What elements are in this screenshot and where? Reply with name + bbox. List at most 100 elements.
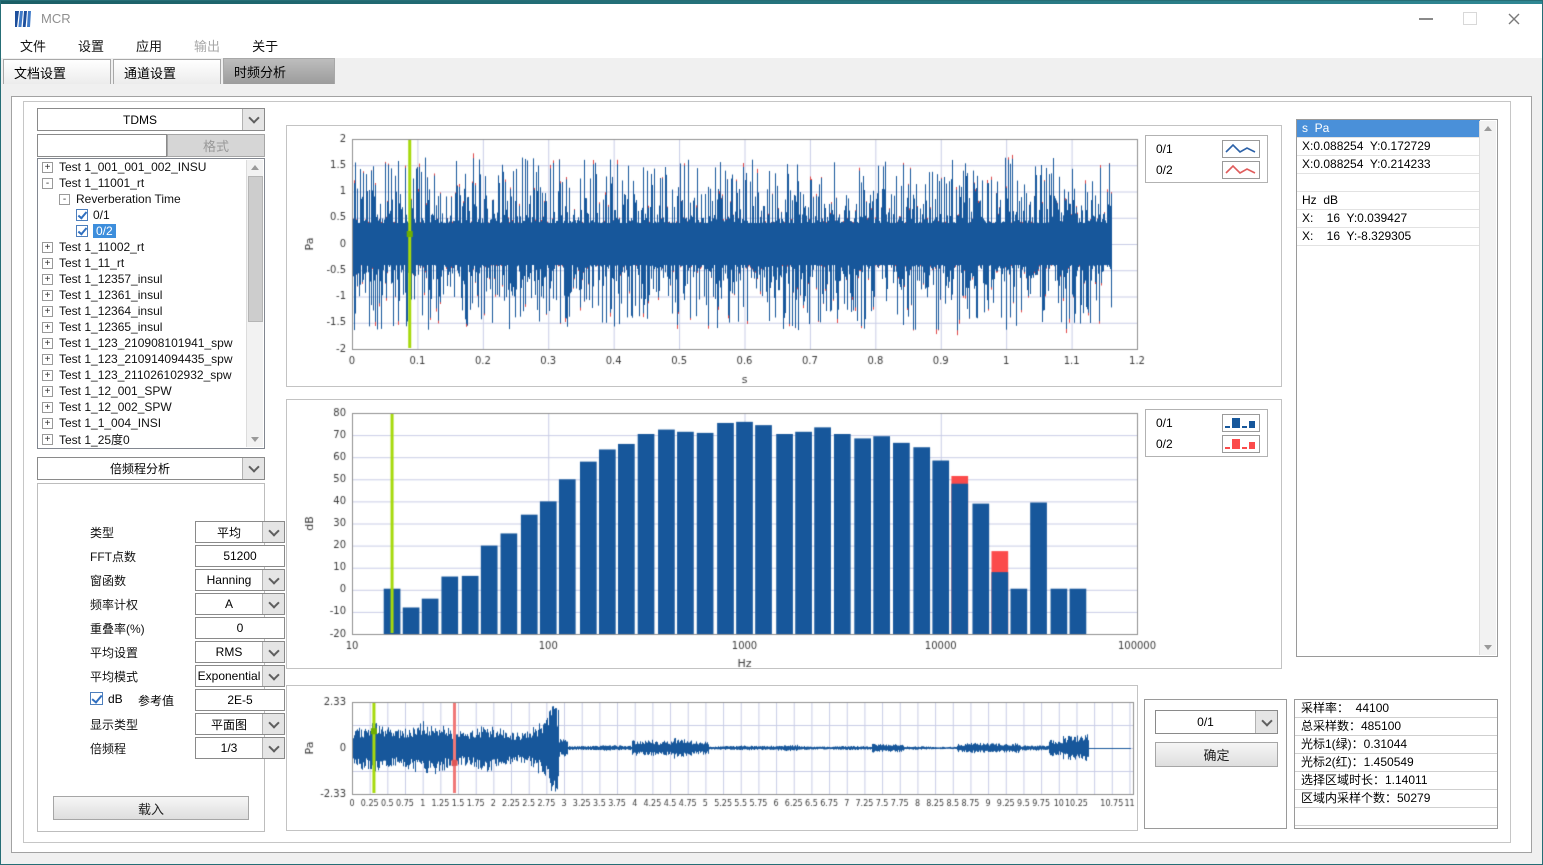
tree-item[interactable]: +Test 1_12_002_SPW <box>38 399 264 415</box>
tree-expander-icon[interactable]: + <box>42 242 53 253</box>
tree-item[interactable]: +Test 1_12365_insul <box>38 319 264 335</box>
tree-expander-icon[interactable]: + <box>42 386 53 397</box>
menu-item-about[interactable]: 关于 <box>239 36 291 55</box>
confirm-button[interactable]: 确定 <box>1155 742 1278 767</box>
tree-expander-icon[interactable]: + <box>42 402 53 413</box>
field-input[interactable]: 0 <box>195 617 285 639</box>
analysis-type-combo[interactable]: 倍频程分析 <box>37 457 265 480</box>
search-input[interactable] <box>37 134 167 157</box>
tree-expander-icon[interactable]: + <box>42 370 53 381</box>
time-waveform-plot[interactable] <box>287 126 1283 386</box>
checkbox-checked-icon[interactable] <box>76 225 88 237</box>
menu-item-file[interactable]: 文件 <box>7 36 59 55</box>
tree-item[interactable]: +Test 1_123_210914094435_spw <box>38 351 264 367</box>
tab-time-frequency-analysis[interactable]: 时频分析 <box>223 58 335 84</box>
field-input[interactable]: 2E-5 <box>195 689 285 711</box>
chevron-down-icon[interactable] <box>1255 711 1277 733</box>
close-button[interactable] <box>1492 4 1536 33</box>
tree-expander-icon[interactable]: + <box>42 306 53 317</box>
tree-item[interactable]: +Test 1_25度0 <box>38 431 264 447</box>
field-select-value: 1/3 <box>196 738 262 758</box>
field-select[interactable]: Hanning <box>195 569 285 591</box>
tree-item[interactable]: +Test 1_001_001_002_INSU <box>38 159 264 175</box>
chevron-down-icon[interactable] <box>262 642 284 662</box>
field-select[interactable]: Exponential <box>195 665 285 687</box>
chevron-down-icon[interactable] <box>262 522 284 542</box>
tree-expander-icon[interactable]: + <box>42 434 53 445</box>
tree-expander-icon[interactable]: + <box>42 162 53 173</box>
tree-item[interactable]: 0/1 <box>38 207 264 223</box>
scroll-up-icon[interactable] <box>247 160 263 175</box>
scroll-down-icon[interactable] <box>1480 640 1496 655</box>
chevron-down-icon[interactable] <box>262 666 284 686</box>
tree-scrollbar[interactable] <box>246 160 263 447</box>
menu-item-apply[interactable]: 应用 <box>123 36 175 55</box>
load-button[interactable]: 载入 <box>53 796 249 820</box>
tree-item[interactable]: +Test 1_123_211026102932_spw <box>38 367 264 383</box>
menu-item-output[interactable]: 输出 <box>181 36 233 55</box>
field-select[interactable]: 1/3 <box>195 737 285 759</box>
field-input[interactable]: 51200 <box>195 545 285 567</box>
octave-spectrum-legend: 0/10/2 <box>1145 409 1268 457</box>
tree-item[interactable]: +Test 1_12_001_SPW <box>38 383 264 399</box>
field-label: 频率计权 <box>90 596 138 613</box>
tree-item[interactable]: 0/2 <box>38 223 264 239</box>
tree-item[interactable]: +Test 1_12364_insul <box>38 303 264 319</box>
format-button[interactable]: 格式 <box>167 134 265 157</box>
tree-item[interactable]: +Test 1_11_rt <box>38 255 264 271</box>
cursor-panel-row[interactable]: X:0.088254 Y:0.172729 <box>1297 138 1480 156</box>
scroll-up-icon[interactable] <box>1480 121 1496 136</box>
channel-combo[interactable]: 0/1 <box>1155 710 1278 734</box>
channel-combo-value: 0/1 <box>1156 711 1255 733</box>
tree-scrollbar-thumb[interactable] <box>248 176 263 322</box>
sampling-info-panel: 采样率： 44100总采样数：485100光标1(绿)：0.31044光标2(红… <box>1294 699 1498 829</box>
cursor-panel-row[interactable]: X:0.088254 Y:0.214233 <box>1297 156 1480 174</box>
tree-expander-icon[interactable]: + <box>42 322 53 333</box>
field-select[interactable]: RMS <box>195 641 285 663</box>
tab-channel-settings[interactable]: 通道设置 <box>113 59 221 84</box>
file-format-combo[interactable]: TDMS <box>37 108 265 131</box>
field-select[interactable]: 平面图 <box>195 713 285 735</box>
tab-document-settings[interactable]: 文档设置 <box>3 59 111 84</box>
tree-item[interactable]: +Test 1_123_210908101941_spw <box>38 335 264 351</box>
field-select[interactable]: 平均 <box>195 521 285 543</box>
cursor-values-panel: s PaX:0.088254 Y:0.172729X:0.088254 Y:0.… <box>1296 119 1498 657</box>
tree-expander-icon[interactable]: + <box>42 274 53 285</box>
tree-item[interactable]: +Test 1_1_004_INSI <box>38 415 264 431</box>
tree-expander-icon[interactable]: + <box>42 418 53 429</box>
chevron-down-icon[interactable] <box>262 738 284 758</box>
chevron-down-icon[interactable] <box>262 714 284 734</box>
cursor-panel-header[interactable]: s Pa <box>1297 120 1480 138</box>
tree-item-label: Test 1_12361_insul <box>59 288 162 302</box>
checkbox-checked-icon[interactable] <box>76 209 88 221</box>
cursor-panel-scrollbar[interactable] <box>1479 121 1496 655</box>
maximize-button[interactable] <box>1448 4 1492 33</box>
tree-expander-icon[interactable]: - <box>42 178 53 189</box>
tree-item[interactable]: +Test 1_12357_insul <box>38 271 264 287</box>
chevron-down-icon[interactable] <box>242 458 264 479</box>
menu-item-settings[interactable]: 设置 <box>65 36 117 55</box>
tree-expander-icon[interactable]: + <box>42 338 53 349</box>
chevron-down-icon[interactable] <box>262 570 284 590</box>
legend-row: 0/1 <box>1146 138 1267 159</box>
full-waveform-plot[interactable] <box>287 686 1139 830</box>
chevron-down-icon[interactable] <box>262 594 284 614</box>
tree-expander-icon[interactable]: + <box>42 354 53 365</box>
tree-item[interactable]: +Test 1_11002_rt <box>38 239 264 255</box>
tree-item[interactable]: -Test 1_11001_rt <box>38 175 264 191</box>
db-checkbox[interactable] <box>90 692 103 705</box>
tree-item[interactable]: + Test 1_12361_insul <box>38 287 264 303</box>
cursor-panel-row[interactable]: X: 16 Y:-8.329305 <box>1297 228 1480 246</box>
minimize-button[interactable] <box>1404 4 1448 33</box>
tree-expander-icon[interactable]: + <box>42 290 53 301</box>
field-select[interactable]: A <box>195 593 285 615</box>
chevron-down-icon[interactable] <box>242 109 264 130</box>
octave-spectrum-plot[interactable] <box>287 400 1283 668</box>
scroll-down-icon[interactable] <box>247 432 263 447</box>
tree-expander-icon[interactable]: + <box>42 258 53 269</box>
cursor-panel-row[interactable]: Hz dB <box>1297 192 1480 210</box>
cursor-panel-row[interactable]: X: 16 Y:0.039427 <box>1297 210 1480 228</box>
tree-item[interactable]: -Reverberation Time <box>38 191 264 207</box>
cursor-panel-row[interactable] <box>1297 174 1480 192</box>
tree-expander-icon[interactable]: - <box>59 194 70 205</box>
